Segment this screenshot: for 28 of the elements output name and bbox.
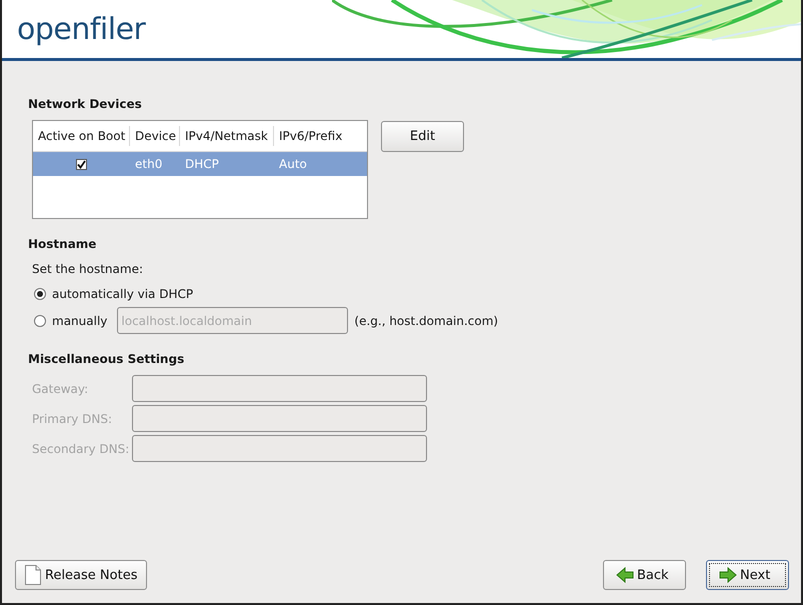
section-title: Network Devices xyxy=(28,97,143,111)
radio-button[interactable] xyxy=(34,314,46,326)
column-header[interactable]: Active on Boot xyxy=(33,126,130,146)
left-arrow-icon xyxy=(616,567,634,583)
section-title: Hostname xyxy=(28,237,98,251)
document-icon xyxy=(25,565,41,585)
field-label: Secondary DNS: xyxy=(32,442,130,456)
column-header[interactable]: Device xyxy=(130,126,180,146)
right-arrow-icon xyxy=(719,567,737,583)
hostname-hint: (e.g., host.domain.com) xyxy=(354,314,498,328)
table-cell-text: Auto xyxy=(278,157,308,171)
checkbox[interactable] xyxy=(76,158,87,170)
logo: openfiler xyxy=(17,12,146,46)
column-header[interactable]: IPv6/Prefix xyxy=(274,126,367,146)
next-button[interactable]: Next xyxy=(706,560,789,590)
edit-button[interactable]: Edit xyxy=(381,121,464,152)
table-cell-text: eth0 xyxy=(134,157,164,171)
hostname-prompt: Set the hostname: xyxy=(32,262,144,276)
radio-button[interactable] xyxy=(34,288,46,300)
section-title: Miscellaneous Settings xyxy=(28,352,186,366)
radio-label[interactable]: automatically via DHCP xyxy=(52,287,194,301)
column-header[interactable]: IPv4/Netmask xyxy=(180,126,274,146)
table-cell-text: DHCP xyxy=(184,157,220,171)
back-button[interactable]: Back xyxy=(603,560,686,590)
radio-label[interactable]: manually xyxy=(52,314,108,328)
release-notes-button[interactable]: Release Notes xyxy=(15,560,148,590)
field-label: Primary DNS: xyxy=(32,412,114,426)
field-label: Gateway: xyxy=(32,382,90,396)
